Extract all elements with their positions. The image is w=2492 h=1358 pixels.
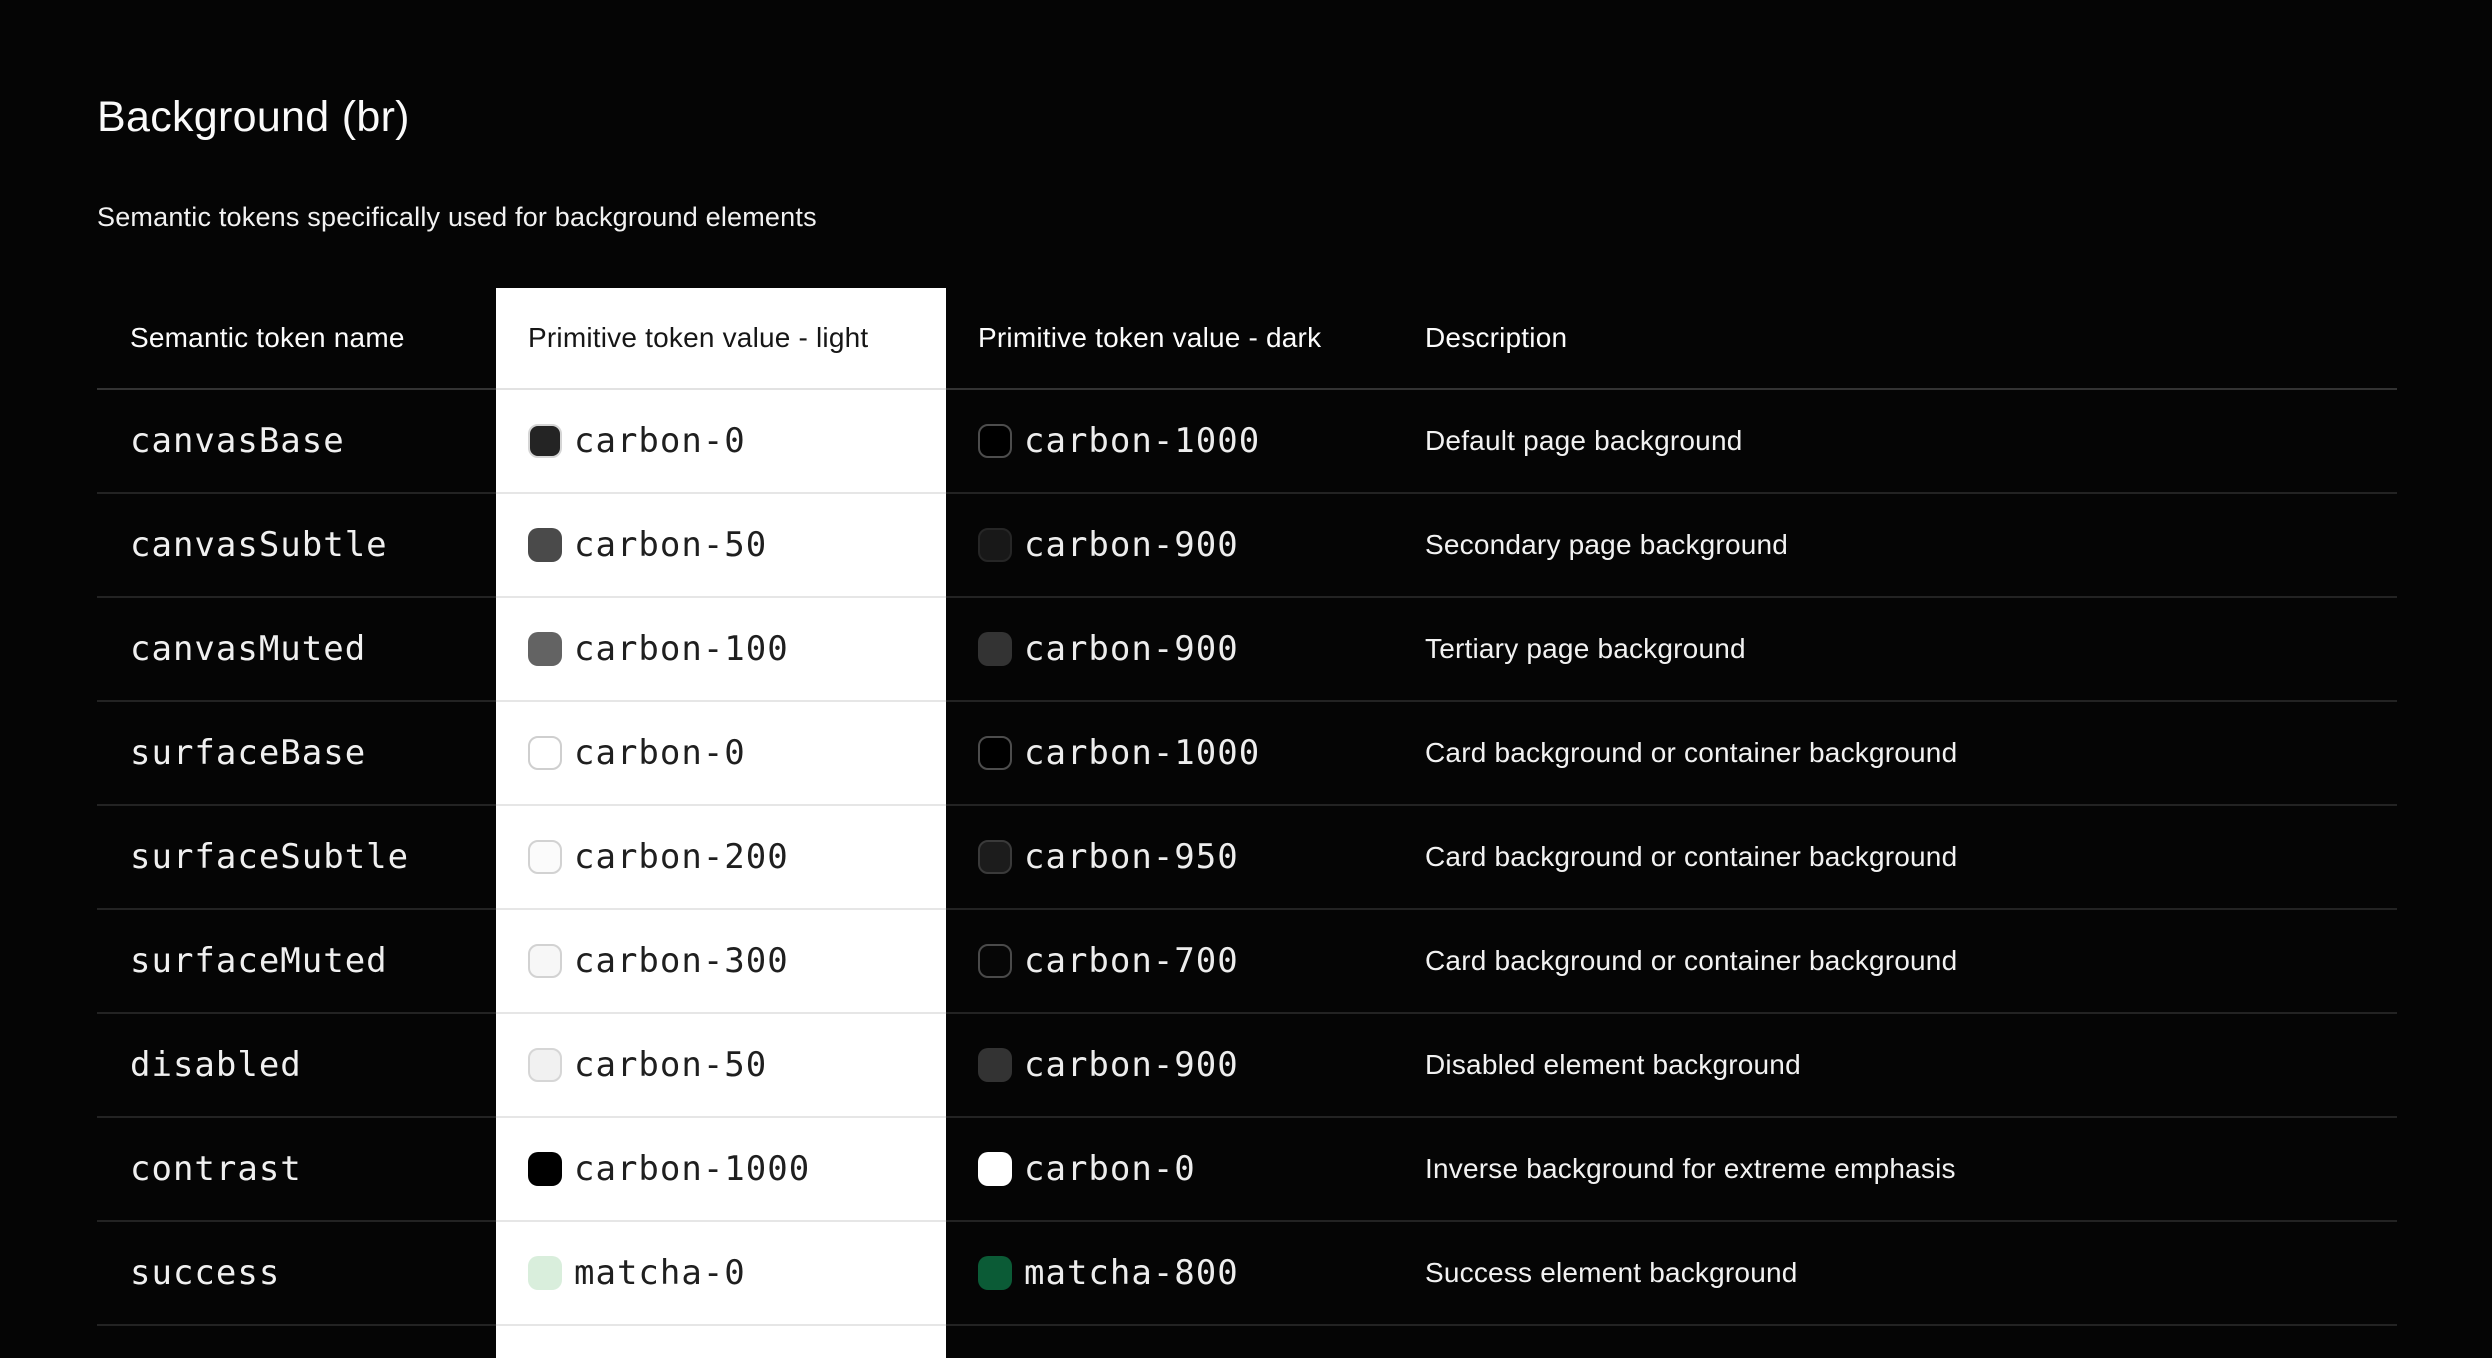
light-color-swatch: [528, 1152, 562, 1186]
description-cell: Secondary page background: [1393, 494, 2397, 598]
table-row-canvasSubtle: canvasSubtle carbon-50 carbon-900 Second…: [97, 494, 2397, 598]
description-cell: Disabled element background: [1393, 1014, 2397, 1118]
header-semantic-token-name: Semantic token name: [97, 288, 496, 390]
description-cell: Card background or container background: [1393, 702, 2397, 806]
light-color-swatch: [528, 424, 562, 458]
dark-color-swatch: [978, 528, 1012, 562]
light-value-cell: carbon-0: [496, 390, 946, 494]
table-row-success: success matcha-0 matcha-800 Success elem…: [97, 1222, 2397, 1326]
light-value-cell: carbon-50: [496, 1014, 946, 1118]
light-color-swatch: [528, 736, 562, 770]
dark-color-swatch: [978, 424, 1012, 458]
token-name-cell: surfaceMuted: [97, 910, 496, 1014]
token-name-cell: contrast: [97, 1118, 496, 1222]
dark-color-swatch: [978, 944, 1012, 978]
light-value-cell: carbon-1000: [496, 1118, 946, 1222]
light-value-cell: matcha-0: [496, 1222, 946, 1326]
page-subtitle: Semantic tokens specifically used for ba…: [97, 202, 817, 232]
table-row-surfaceBase: surfaceBase carbon-0 carbon-1000 Card ba…: [97, 702, 2397, 806]
token-docs-page: Background (br) Semantic tokens specific…: [0, 0, 2492, 1358]
dark-value-cell: carbon-700: [946, 910, 1393, 1014]
token-name-cell: canvasSubtle: [97, 494, 496, 598]
dark-color-swatch: [978, 736, 1012, 770]
dark-value-cell: carbon-900: [946, 1014, 1393, 1118]
background-tokens-table: Semantic token name Primitive token valu…: [97, 288, 2397, 1358]
light-value-cell: carbon-300: [496, 910, 946, 1014]
table-row-contrast: contrast carbon-1000 carbon-0 Inverse ba…: [97, 1118, 2397, 1222]
header-description: Description: [1393, 288, 2397, 390]
token-name-cell: canvasBase: [97, 390, 496, 494]
description-cell: Success element background: [1393, 1222, 2397, 1326]
dark-value-cell: carbon-950: [946, 806, 1393, 910]
dark-color-swatch: [978, 632, 1012, 666]
description-cell: Default page background: [1393, 390, 2397, 494]
dark-value-cell: carbon-1000: [946, 702, 1393, 806]
description-cell: Card background or container background: [1393, 910, 2397, 1014]
dark-value-cell: carbon-1000: [946, 390, 1393, 494]
token-name-cell: surfaceSubtle: [97, 806, 496, 910]
table-row-canvasMuted: canvasMuted carbon-100 carbon-900 Tertia…: [97, 598, 2397, 702]
light-value-cell: carbon-200: [496, 806, 946, 910]
light-value-cell: carbon-0: [496, 702, 946, 806]
description-cell: Inverse background for extreme emphasis: [1393, 1118, 2397, 1222]
table-row-surfaceSubtle: surfaceSubtle carbon-200 carbon-950 Card…: [97, 806, 2397, 910]
light-color-swatch: [528, 1048, 562, 1082]
dark-value-cell: matcha-800: [946, 1222, 1393, 1326]
light-value-cell: carbon-50: [496, 494, 946, 598]
table-header-row: Semantic token name Primitive token valu…: [97, 288, 2397, 390]
header-primitive-value-dark: Primitive token value - dark: [946, 288, 1393, 390]
token-name-cell: disabled: [97, 1014, 496, 1118]
dark-color-swatch: [978, 1256, 1012, 1290]
light-color-swatch: [528, 944, 562, 978]
dark-value-cell: carbon-0: [946, 1118, 1393, 1222]
light-color-swatch: [528, 528, 562, 562]
table-row-partial: [97, 1326, 2397, 1358]
page-title: Background (br): [97, 93, 410, 141]
light-color-swatch: [528, 1256, 562, 1290]
description-cell: Card background or container background: [1393, 806, 2397, 910]
dark-color-swatch: [978, 1048, 1012, 1082]
light-color-swatch: [528, 840, 562, 874]
table-row-disabled: disabled carbon-50 carbon-900 Disabled e…: [97, 1014, 2397, 1118]
light-color-swatch: [528, 632, 562, 666]
header-primitive-value-light: Primitive token value - light: [496, 288, 946, 390]
light-value-cell: carbon-100: [496, 598, 946, 702]
table-row-surfaceMuted: surfaceMuted carbon-300 carbon-700 Card …: [97, 910, 2397, 1014]
token-name-cell: success: [97, 1222, 496, 1326]
table-row-canvasBase: canvasBase carbon-0 carbon-1000 Default …: [97, 390, 2397, 494]
dark-color-swatch: [978, 840, 1012, 874]
token-name-cell: surfaceBase: [97, 702, 496, 806]
dark-color-swatch: [978, 1152, 1012, 1186]
dark-value-cell: carbon-900: [946, 598, 1393, 702]
description-cell: Tertiary page background: [1393, 598, 2397, 702]
dark-value-cell: carbon-900: [946, 494, 1393, 598]
token-name-cell: canvasMuted: [97, 598, 496, 702]
